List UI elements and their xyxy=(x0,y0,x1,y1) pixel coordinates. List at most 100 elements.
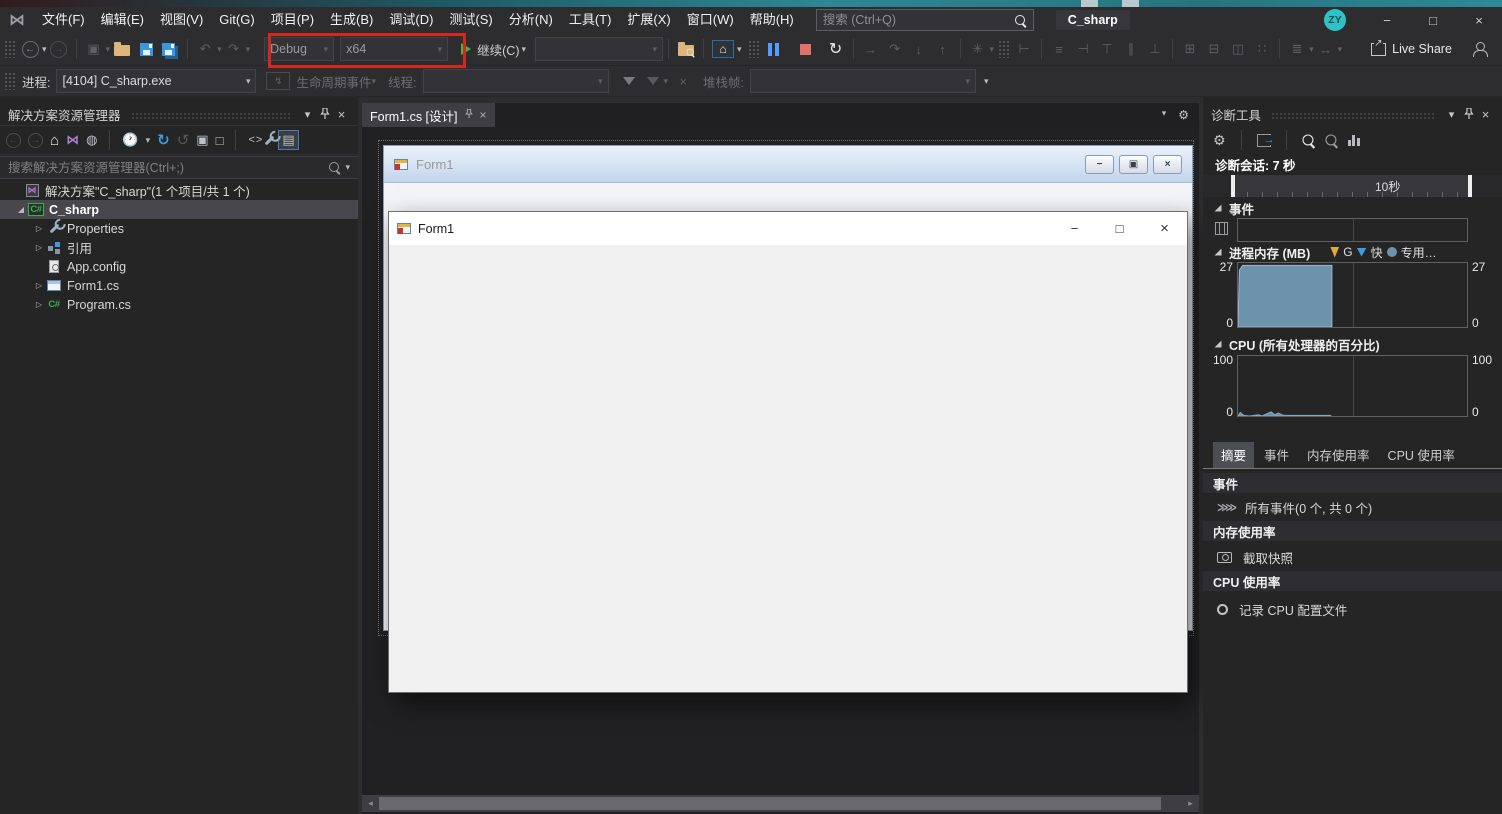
timeline-end-marker[interactable] xyxy=(1468,175,1472,197)
close-button[interactable]: × xyxy=(1142,212,1187,245)
solution-configuration-dropdown[interactable]: Debug ▾ xyxy=(264,37,334,61)
stop-debugging-button[interactable] xyxy=(794,36,818,62)
window-position-icon[interactable]: ▾ xyxy=(299,106,316,122)
menu-help[interactable]: 帮助(H) xyxy=(742,7,802,33)
tree-item-programcs[interactable]: ▷ C# Program.cs xyxy=(0,295,358,314)
expander-expanded-icon[interactable]: ◢ xyxy=(14,205,28,214)
tab-events[interactable]: 事件 xyxy=(1256,442,1297,468)
window-maximize-button[interactable]: □ xyxy=(1410,7,1456,33)
sync-selection-icon[interactable]: □ xyxy=(216,133,224,148)
chevron-down-icon[interactable]: ▾ xyxy=(345,162,350,173)
toolbar-overflow-icon[interactable]: ▾ xyxy=(984,76,989,87)
menu-edit[interactable]: 编辑(E) xyxy=(93,7,152,33)
export-icon[interactable] xyxy=(1257,134,1271,147)
find-in-files-button[interactable] xyxy=(674,36,698,62)
menu-extensions[interactable]: 扩展(X) xyxy=(619,7,678,33)
switch-views-icon[interactable]: ⋈ xyxy=(66,132,79,148)
toolbar-grip[interactable] xyxy=(4,40,16,58)
tree-item-form1cs[interactable]: ▷ Form1.cs xyxy=(0,276,358,295)
events-section-header[interactable]: 事件 xyxy=(1203,199,1502,217)
menu-git[interactable]: Git(G) xyxy=(211,7,262,33)
close-button[interactable]: × xyxy=(1153,155,1182,174)
sync-with-active-document-icon[interactable]: ◍ xyxy=(86,132,97,148)
close-icon[interactable]: × xyxy=(1477,106,1494,122)
quick-search-input[interactable] xyxy=(823,13,1014,27)
maximize-button[interactable]: ▣ xyxy=(1119,155,1148,174)
running-form-titlebar[interactable]: Form1 − □ × xyxy=(389,212,1187,245)
maximize-button[interactable]: □ xyxy=(1097,212,1142,245)
minimize-button[interactable]: − xyxy=(1085,155,1114,174)
record-cpu-profile-link[interactable]: 记录 CPU 配置文件 xyxy=(1203,597,1502,621)
window-minimize-button[interactable]: − xyxy=(1364,7,1410,33)
quick-search-box[interactable] xyxy=(816,9,1034,31)
pin-icon[interactable] xyxy=(316,106,333,122)
zoom-in-icon[interactable] xyxy=(1302,134,1315,147)
zoom-out-icon[interactable] xyxy=(1325,134,1338,147)
minimize-button[interactable]: − xyxy=(1052,212,1097,245)
toolbar-grip[interactable] xyxy=(4,72,16,90)
break-all-button[interactable] xyxy=(762,36,786,62)
filter-threads-button[interactable] xyxy=(617,68,641,94)
restart-button[interactable]: ↻ xyxy=(824,36,848,62)
user-avatar[interactable]: ZY xyxy=(1324,9,1346,31)
menu-view[interactable]: 视图(V) xyxy=(152,7,211,33)
tree-item-properties[interactable]: ▷ Properties xyxy=(0,219,358,238)
pin-icon[interactable] xyxy=(1460,106,1477,122)
solution-platform-dropdown[interactable]: x64 ▾ xyxy=(340,37,448,61)
menu-test[interactable]: 测试(S) xyxy=(441,7,500,33)
threads-dropdown[interactable]: ▾ xyxy=(423,69,609,93)
scrollbar-thumb[interactable] xyxy=(379,797,1161,810)
continue-button[interactable]: 继续(C) ▾ xyxy=(458,36,529,62)
horizontal-scrollbar[interactable]: ◂ ▸ xyxy=(362,795,1199,812)
tree-item-project-csharp[interactable]: ◢ C# C_sharp xyxy=(0,200,358,219)
feedback-button[interactable] xyxy=(1468,36,1492,62)
window-position-icon[interactable]: ▾ xyxy=(1443,106,1460,122)
menu-project[interactable]: 项目(P) xyxy=(263,7,322,33)
save-all-button[interactable] xyxy=(158,36,182,62)
menu-debug[interactable]: 调试(D) xyxy=(381,7,441,33)
stackframe-dropdown[interactable]: ▾ xyxy=(750,69,976,93)
pending-changes-filter-icon[interactable]: 🕐 xyxy=(122,132,138,148)
timeline-ruler[interactable]: 10秒 xyxy=(1203,175,1502,197)
tab-cpu-usage[interactable]: CPU 使用率 xyxy=(1380,442,1463,468)
chevron-right-icon[interactable]: ▷ xyxy=(32,224,46,233)
scroll-right-arrow[interactable]: ▸ xyxy=(1182,798,1199,809)
live-share-button[interactable]: Live Share xyxy=(1368,36,1455,62)
tab-form1-designer[interactable]: Form1.cs [设计] × xyxy=(362,103,495,127)
timeline-start-marker[interactable] xyxy=(1231,175,1235,197)
collapse-all-icon[interactable]: ▣ xyxy=(196,132,208,148)
open-file-button[interactable] xyxy=(110,36,134,62)
refresh-icon[interactable]: ↻ xyxy=(157,131,170,149)
solution-explorer-search[interactable]: ▾ xyxy=(0,156,358,179)
process-dropdown[interactable]: [4104] C_sharp.exe ▾ xyxy=(56,69,256,93)
menu-window[interactable]: 窗口(W) xyxy=(679,7,742,33)
show-all-files-toggle[interactable]: ▤ xyxy=(278,130,298,150)
running-form-window[interactable]: Form1 − □ × xyxy=(388,211,1188,693)
menu-tools[interactable]: 工具(T) xyxy=(561,7,620,33)
scroll-left-arrow[interactable]: ◂ xyxy=(362,798,379,809)
properties-icon[interactable] xyxy=(268,135,271,146)
menu-file[interactable]: 文件(F) xyxy=(34,7,93,33)
tree-item-references[interactable]: ▷ 引用 xyxy=(0,238,358,257)
cpu-section-header[interactable]: CPU (所有处理器的百分比) xyxy=(1203,335,1502,353)
save-button[interactable] xyxy=(134,36,158,62)
chevron-right-icon[interactable]: ▷ xyxy=(32,243,46,252)
chevron-down-icon[interactable]: ▾ xyxy=(737,44,742,55)
tab-memory-usage[interactable]: 内存使用率 xyxy=(1299,442,1378,468)
toolbar-grip[interactable] xyxy=(748,40,760,58)
pin-icon[interactable] xyxy=(465,109,473,122)
all-events-link[interactable]: ≫≫ 所有事件(0 个, 共 0 个) xyxy=(1203,495,1502,519)
view-code-icon[interactable]: < > xyxy=(248,134,261,146)
window-close-button[interactable]: × xyxy=(1456,7,1502,33)
memory-section-header[interactable]: 进程内存 (MB) G 快 专用… xyxy=(1203,243,1502,261)
home-icon[interactable]: ⌂ xyxy=(50,132,59,149)
design-form-titlebar[interactable]: Form1 − ▣ × xyxy=(384,146,1192,183)
gear-icon[interactable]: ⚙ xyxy=(1213,132,1226,149)
chevron-right-icon[interactable]: ▷ xyxy=(32,300,46,309)
take-snapshot-link[interactable]: 截取快照 xyxy=(1203,545,1502,569)
close-icon[interactable]: × xyxy=(480,108,487,122)
navigate-back-button[interactable]: ← xyxy=(18,36,42,62)
tree-item-appconfig[interactable]: App.config xyxy=(0,257,358,276)
chevron-right-icon[interactable]: ▷ xyxy=(32,281,46,290)
toolbar-grip[interactable] xyxy=(998,40,1010,58)
